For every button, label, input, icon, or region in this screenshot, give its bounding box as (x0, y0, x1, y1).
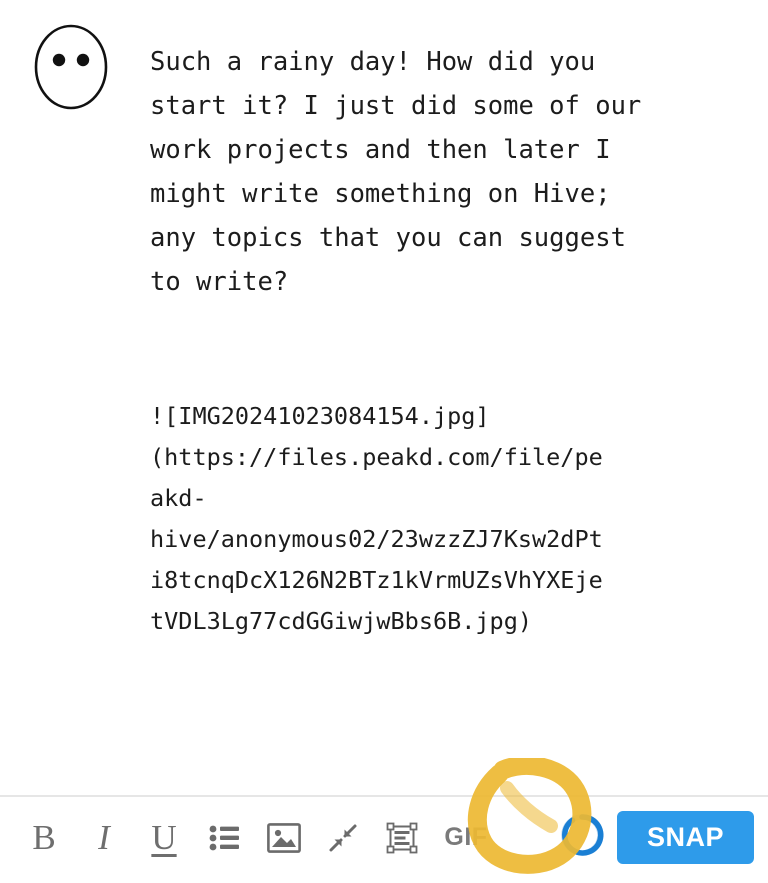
text-frame-button[interactable] (379, 797, 425, 878)
bulleted-list-icon (209, 825, 239, 850)
link-line: hive/anonymous02/23wzzZJ7Ksw2dPt (150, 525, 603, 553)
underline-button[interactable]: U (142, 797, 186, 878)
message-line: to write? (150, 267, 289, 297)
message-line: might write something on Hive; (150, 179, 611, 209)
snap-submit-button[interactable]: SNAP (617, 811, 754, 864)
compress-button[interactable] (322, 797, 364, 878)
gif-label: GIF (444, 823, 488, 851)
underline-label: U (151, 818, 177, 857)
message-composer[interactable]: Such a rainy day! How did you start it? … (0, 0, 768, 795)
face-two-dots-avatar-icon (34, 24, 108, 110)
italic-button[interactable]: I (82, 797, 126, 878)
message-line: work projects and then later I (150, 135, 611, 165)
insert-image-button[interactable] (261, 797, 307, 878)
message-text[interactable]: Such a rainy day! How did you start it? … (150, 40, 750, 304)
message-line: any topics that you can suggest (150, 223, 626, 253)
italic-label: I (98, 818, 110, 857)
markdown-image-link[interactable]: ![IMG20241023084154.jpg] (https://files.… (150, 396, 750, 642)
gif-button[interactable]: GIF (438, 797, 494, 878)
link-line: i8tcnqDcX126N2BTz1kVrmUZsVhYXEje (150, 566, 603, 594)
bold-label: B (32, 818, 56, 857)
link-line: akd- (150, 484, 207, 512)
link-line: (https://files.peakd.com/file/pe (150, 443, 603, 471)
compress-arrows-icon (329, 824, 357, 851)
link-line: ![IMG20241023084154.jpg] (150, 402, 490, 430)
snap-label: SNAP (646, 822, 724, 852)
editor-toolbar: B I U GIF SNAP (0, 795, 768, 878)
image-icon (267, 822, 301, 853)
message-line: Such a rainy day! How did you (150, 47, 596, 77)
bulleted-list-button[interactable] (202, 797, 246, 878)
text-frame-resize-icon (386, 822, 418, 853)
link-line: tVDL3Lg77cdGGiwjwBbs6B.jpg) (150, 607, 533, 635)
bold-button[interactable]: B (22, 797, 66, 878)
avatar (32, 22, 110, 112)
message-line: start it? I just did some of our (150, 91, 642, 121)
